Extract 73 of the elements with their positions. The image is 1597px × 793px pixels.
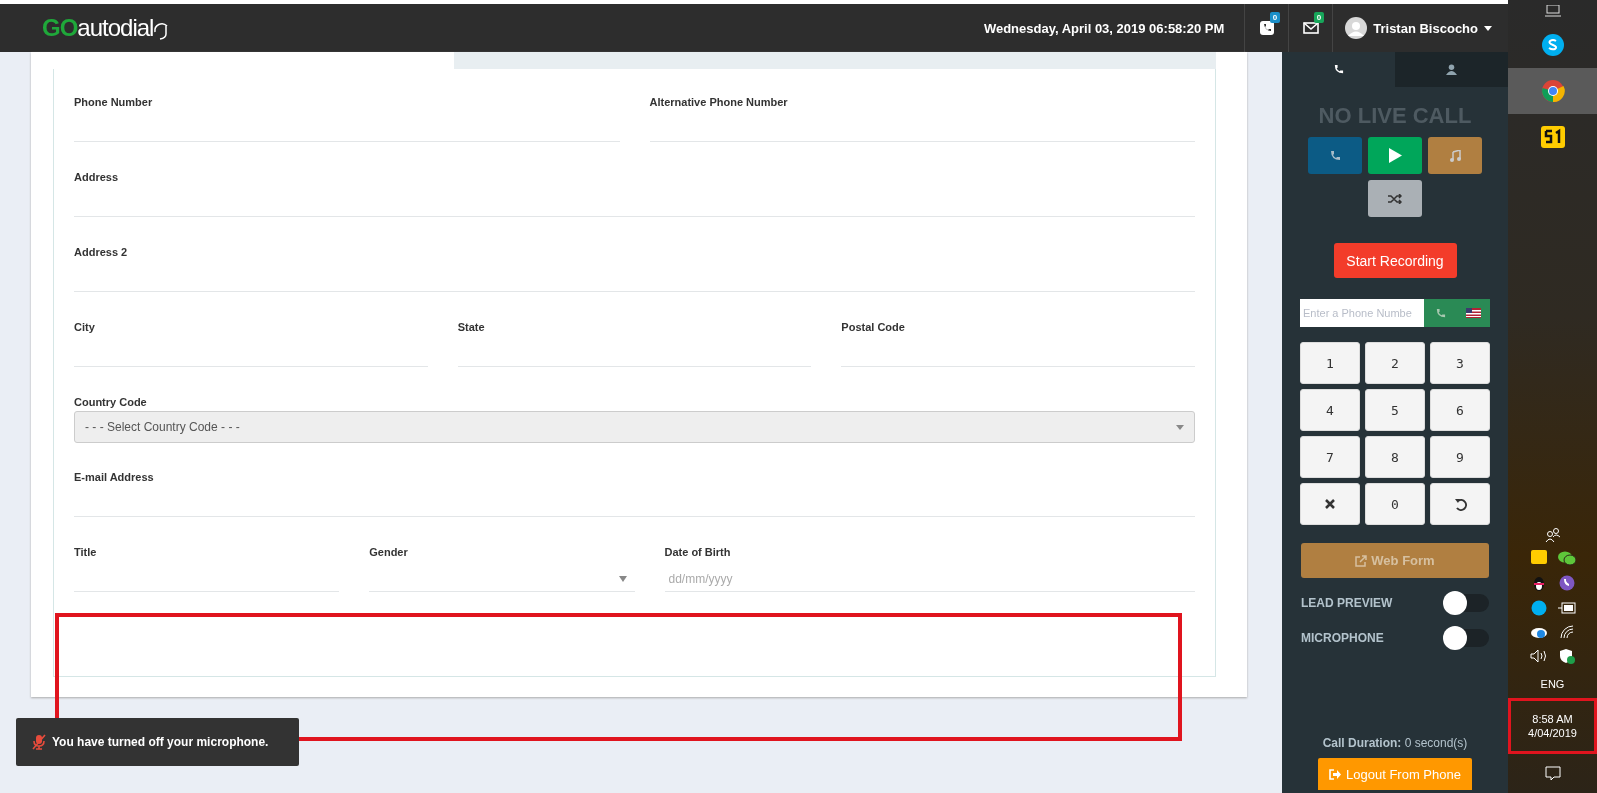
field-label: Address 2: [74, 246, 129, 258]
app-icon[interactable]: [1530, 550, 1547, 566]
chrome-icon: [1540, 79, 1565, 103]
keypad-key[interactable]: 0: [1365, 483, 1425, 525]
keypad-key[interactable]: 1: [1300, 342, 1360, 384]
phone-icon: [1435, 307, 1446, 319]
toggle-switch[interactable]: [1445, 629, 1489, 647]
field-label: City: [74, 321, 96, 333]
play-button[interactable]: [1368, 137, 1422, 174]
field-label: Title: [74, 546, 98, 558]
shuffle-icon: [1388, 193, 1402, 204]
notification-toast: You have turned off your microphone.: [16, 718, 299, 766]
field-label: Phone Number: [74, 96, 154, 108]
clear-key[interactable]: [1300, 483, 1360, 525]
notifications-icon[interactable]: [1544, 766, 1561, 781]
keypad-key[interactable]: 8: [1365, 436, 1425, 478]
keypad-key[interactable]: 4: [1300, 389, 1360, 431]
field-label: Alternative Phone Number: [649, 96, 789, 108]
phone-icon: [1333, 64, 1344, 75]
phone-icon: [1259, 21, 1274, 35]
clock[interactable]: 8:58 AM 4/04/2019: [1508, 698, 1597, 754]
country-flag-button[interactable]: [1457, 299, 1490, 327]
music-note-icon: [1449, 149, 1461, 162]
app-icon: [1540, 126, 1565, 148]
people-icon[interactable]: [1544, 528, 1561, 542]
toggle-label: MICROPHONE: [1301, 631, 1384, 645]
battery-icon[interactable]: [1557, 602, 1576, 614]
muted-microphone-icon: [32, 734, 46, 750]
field-label: Date of Birth: [664, 546, 732, 558]
shuffle-button[interactable]: [1368, 180, 1422, 217]
keypad-key[interactable]: 5: [1365, 389, 1425, 431]
field-label: Address: [74, 171, 120, 183]
person-icon: [1446, 64, 1457, 75]
phone-number-field[interactable]: Enter a Phone Numbe: [1300, 299, 1424, 327]
external-link-icon: [1355, 554, 1368, 567]
field-label: State: [457, 321, 486, 333]
caret-icon: [1176, 424, 1184, 430]
call-duration: Call Duration: 0 second(s): [1322, 736, 1468, 750]
avatar-icon: [1345, 17, 1368, 39]
undo-icon: [1453, 497, 1467, 511]
toggle-label: LEAD PREVIEW: [1301, 596, 1393, 610]
envelope-icon: [1302, 22, 1319, 34]
close-icon: [1325, 499, 1335, 509]
date-time: Wednesday, April 03, 2019 06:58:20 PM: [983, 20, 1225, 36]
keypad-key[interactable]: 2: [1365, 342, 1425, 384]
window-icon: [1544, 5, 1561, 17]
play-icon: [1388, 148, 1402, 163]
count-badge: 0: [1269, 12, 1281, 23]
speaker-icon[interactable]: [1529, 649, 1548, 663]
shield-icon[interactable]: [1558, 648, 1575, 664]
undo-key[interactable]: [1430, 483, 1490, 525]
phone-icon: [1329, 149, 1341, 162]
field-label: Postal Code: [841, 321, 906, 333]
toggle-switch[interactable]: [1445, 594, 1489, 612]
keypad-key[interactable]: 6: [1430, 389, 1490, 431]
count-badge: 0: [1313, 12, 1325, 23]
flag-icon: [1466, 308, 1481, 318]
field-label: Gender: [369, 546, 409, 558]
wifi-icon[interactable]: [1558, 625, 1575, 639]
chat-bubbles-icon[interactable]: [1557, 550, 1576, 566]
country-code-select[interactable]: - - - Select Country Code - - -: [74, 411, 1195, 443]
start-recording-button[interactable]: Start Recording: [1333, 243, 1457, 278]
keypad-key[interactable]: 7: [1300, 436, 1360, 478]
keypad-key[interactable]: 3: [1430, 342, 1490, 384]
phone-bubble-icon[interactable]: [1558, 575, 1575, 591]
caret-icon: [1484, 25, 1492, 31]
caret-icon: [618, 575, 627, 582]
language-indicator[interactable]: ENG: [1540, 678, 1565, 690]
sign-out-icon: [1329, 768, 1342, 780]
field-label: E-mail Address: [74, 471, 155, 483]
keypad-key[interactable]: 9: [1430, 436, 1490, 478]
goautodial-logo[interactable]: GOautodial: [42, 14, 170, 42]
field-label: Country Code: [74, 396, 148, 408]
